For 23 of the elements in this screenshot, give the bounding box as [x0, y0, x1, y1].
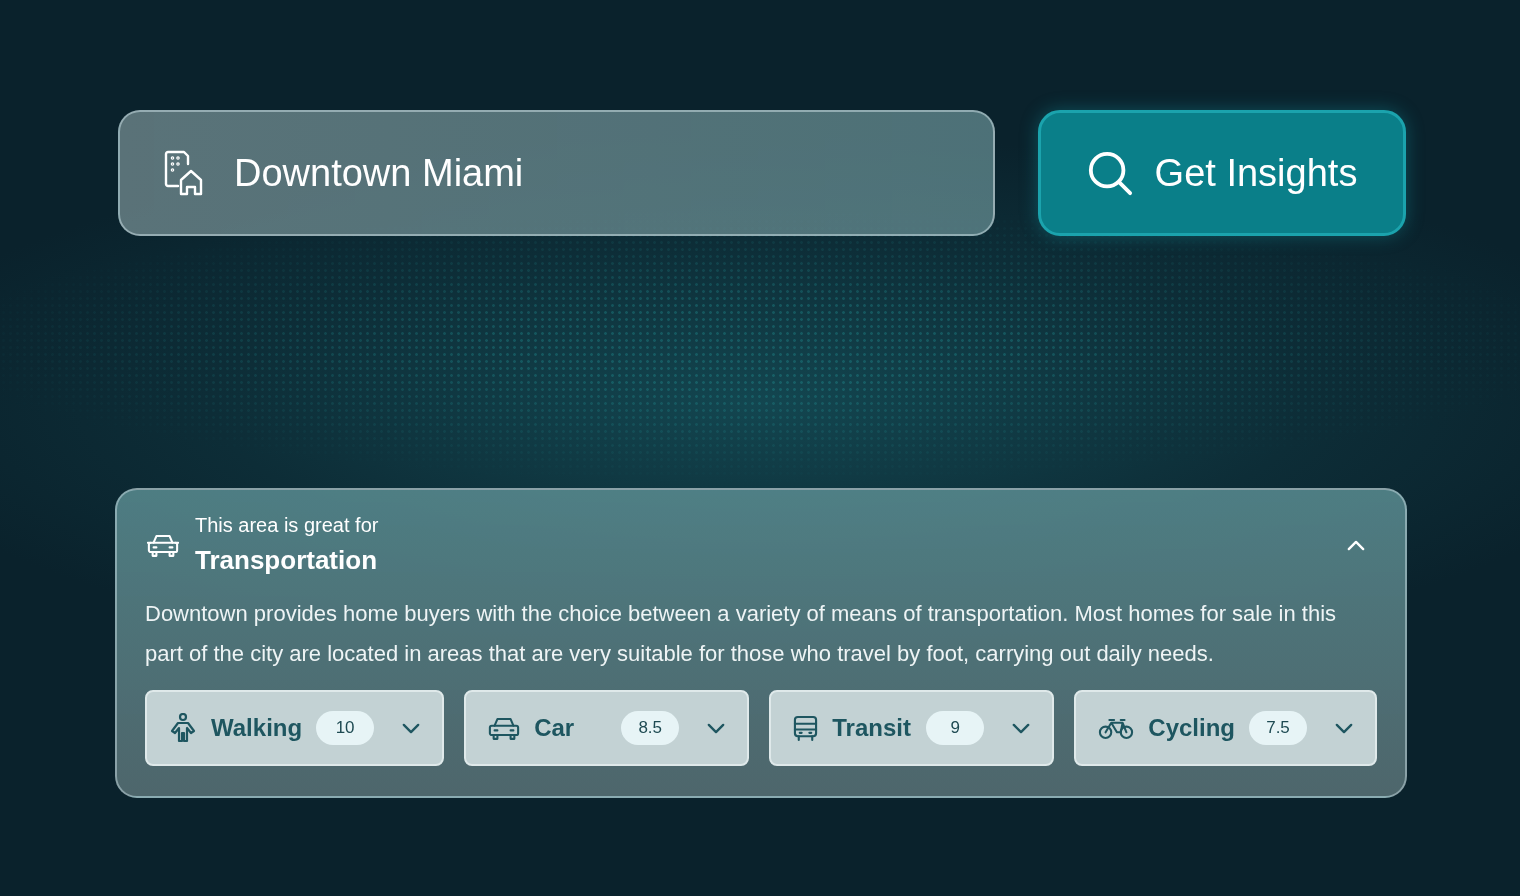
score-badge: 9: [926, 711, 985, 745]
bus-icon: [793, 714, 819, 742]
car-icon: [147, 532, 179, 558]
chevron-down-icon: [402, 722, 421, 734]
search-field[interactable]: Downtown Miami: [118, 110, 995, 236]
panel-description: Downtown provides home buyers with the choice between a variety of means of transportation. Most homes for sale in this part of the city are located in areas that are very suitable for those who travel by foot, carrying out daily needs.: [145, 600, 1338, 668]
chevron-down-icon: [1012, 722, 1031, 734]
search-icon: [1086, 150, 1133, 196]
panel-subtitle: This area is great for: [195, 514, 380, 537]
transport-mode-dropdown[interactable]: Car 8.5: [464, 690, 750, 766]
chevron-down-icon: [1335, 722, 1353, 734]
score-badge: 10: [316, 711, 375, 745]
person-icon: [169, 713, 197, 743]
transport-mode-dropdown[interactable]: Walking 10: [145, 690, 445, 766]
chevron-down-icon: [707, 722, 726, 734]
transport-mode-dropdown[interactable]: Transit 9: [769, 690, 1055, 766]
car-icon: [488, 715, 521, 741]
bicycle-icon: [1098, 716, 1135, 740]
panel-title: Transportation: [195, 545, 378, 576]
score-badge: 7.5: [1249, 711, 1307, 745]
score-badge: 8.5: [621, 711, 680, 745]
get-insights-button[interactable]: Get Insights: [1038, 110, 1406, 236]
transport-mode-dropdown[interactable]: Cycling 7.5: [1074, 690, 1377, 766]
